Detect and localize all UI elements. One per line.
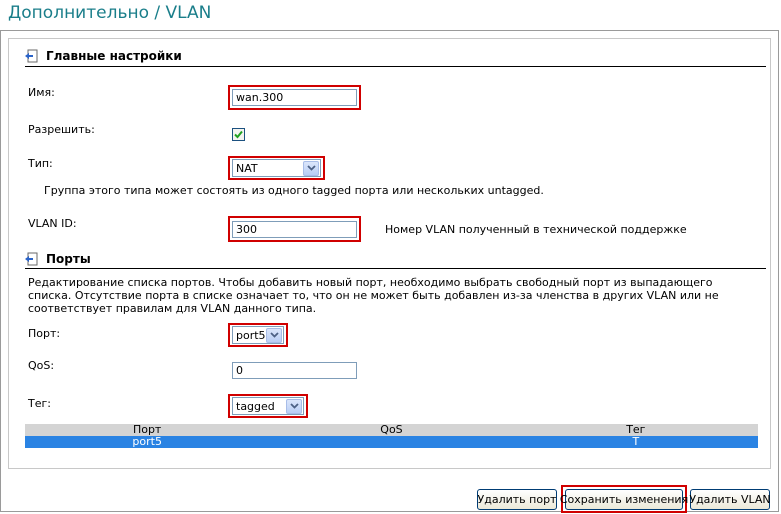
type-label: Тип: bbox=[28, 157, 53, 170]
delete-port-button[interactable]: Удалить порт bbox=[477, 489, 557, 510]
tag-select[interactable]: tagged bbox=[232, 397, 304, 415]
type-select[interactable]: NAT bbox=[232, 159, 321, 177]
tag-label: Тег: bbox=[28, 397, 51, 410]
qos-input[interactable]: 0 bbox=[232, 362, 357, 379]
port-select[interactable]: port5 bbox=[232, 326, 284, 344]
name-input[interactable]: wan.300 bbox=[232, 89, 357, 106]
save-changes-button[interactable]: Сохранить изменения bbox=[560, 489, 688, 510]
arrow-page-icon bbox=[25, 252, 39, 266]
ports-description: Редактирование списка портов. Чтобы доба… bbox=[28, 276, 719, 315]
vlan-id-label: VLAN ID: bbox=[28, 217, 77, 230]
page-title: Дополнительно / VLAN bbox=[8, 3, 212, 23]
section-divider bbox=[25, 66, 766, 67]
name-input-value: wan.300 bbox=[236, 91, 284, 104]
type-hint: Группа этого типа может состоять из одно… bbox=[44, 184, 544, 197]
section-ports-heading: Порты bbox=[46, 252, 91, 266]
chevron-down-icon[interactable] bbox=[286, 398, 302, 414]
vlan-id-input-value: 300 bbox=[236, 223, 257, 236]
table-cell-tag[interactable]: T bbox=[513, 436, 758, 448]
chevron-down-icon[interactable] bbox=[266, 327, 282, 343]
qos-label: QoS: bbox=[28, 359, 55, 372]
column-header-qos: QoS bbox=[269, 424, 514, 436]
section-main-settings: Главные настройки bbox=[25, 49, 182, 63]
chevron-down-icon[interactable] bbox=[303, 160, 319, 176]
name-label: Имя: bbox=[28, 86, 55, 99]
section-ports: Порты bbox=[25, 252, 91, 266]
port-label: Порт: bbox=[28, 327, 61, 340]
checkmark-icon bbox=[234, 130, 243, 139]
arrow-page-icon bbox=[25, 49, 39, 63]
vlan-id-hint: Номер VLAN полученный в технической подд… bbox=[385, 223, 687, 236]
section-divider bbox=[25, 268, 766, 269]
enable-checkbox[interactable] bbox=[232, 128, 245, 141]
table-cell-port[interactable]: port5 bbox=[25, 436, 270, 448]
table-cell-qos[interactable] bbox=[269, 436, 514, 448]
delete-vlan-button[interactable]: Удалить VLAN bbox=[689, 489, 771, 510]
ports-table: Порт QoS Тег port5 T bbox=[25, 424, 758, 448]
type-select-value: NAT bbox=[236, 161, 258, 175]
qos-input-value: 0 bbox=[236, 364, 243, 377]
main-panel bbox=[8, 38, 771, 469]
table-row[interactable]: port5 T bbox=[25, 436, 758, 448]
port-select-value: port5 bbox=[236, 328, 266, 342]
tag-select-value: tagged bbox=[236, 399, 275, 413]
enable-label: Разрешить: bbox=[28, 123, 95, 136]
vlan-id-input[interactable]: 300 bbox=[232, 221, 357, 238]
section-main-settings-heading: Главные настройки bbox=[46, 49, 182, 63]
